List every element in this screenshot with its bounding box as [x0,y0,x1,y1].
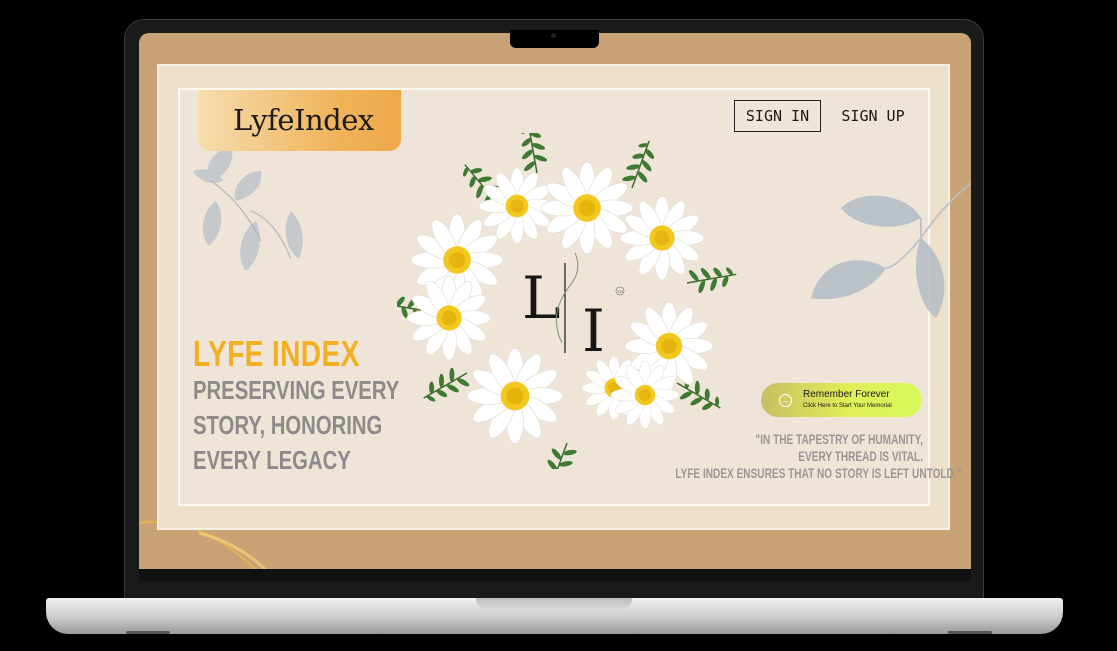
screen-bezel-bottom [139,569,971,581]
laptop-foot-right [948,631,992,634]
arrow-right-circle-icon: → [779,394,792,407]
mission-quote: "IN THE TAPESTRY OF HUMANITY, EVERY THRE… [579,431,962,482]
hero-title: LYFE INDEX [193,333,360,374]
laptop-foot-left [126,631,170,634]
trademark-mark: TM [617,289,623,294]
leaf-decoration-right [811,182,971,318]
daisy-wreath-logo: L I TM [397,133,740,469]
laptop-screen: LyfeIndex SIGN IN SIGN UP L I TM LYFE IN… [139,33,971,569]
hero-subtitle-line-1: PRESERVING EVERY [193,375,400,405]
cta-subtitle: Click Here to Start Your Memorial [803,403,892,409]
quote-line-2: EVERY THREAD IS VITAL. [798,448,923,464]
remember-forever-button[interactable]: → Remember Forever Click Here to Start Y… [761,383,922,417]
laptop-opening-notch [476,598,632,609]
hero-subtitle-line-3: EVERY LEGACY [193,445,351,475]
leaf-decoration-left [193,146,303,271]
quote-line-1: "IN THE TAPESTRY OF HUMANITY, [755,431,923,447]
monogram-l: L [522,264,561,332]
quote-line-3: LYFE INDEX ENSURES THAT NO STORY IS LEFT… [675,465,962,481]
hero-headline: LYFE INDEX PRESERVING EVERY STORY, HONOR… [193,333,423,478]
sign-in-button[interactable]: SIGN IN [734,100,821,132]
hero-subtitle-line-2: STORY, HONORING [193,410,383,440]
cta-title: Remember Forever [803,389,890,400]
camera-icon [551,33,556,38]
site-logo[interactable]: LyfeIndex [233,103,374,137]
monogram-i: I [582,297,605,365]
sign-up-button[interactable]: SIGN UP [834,100,912,132]
